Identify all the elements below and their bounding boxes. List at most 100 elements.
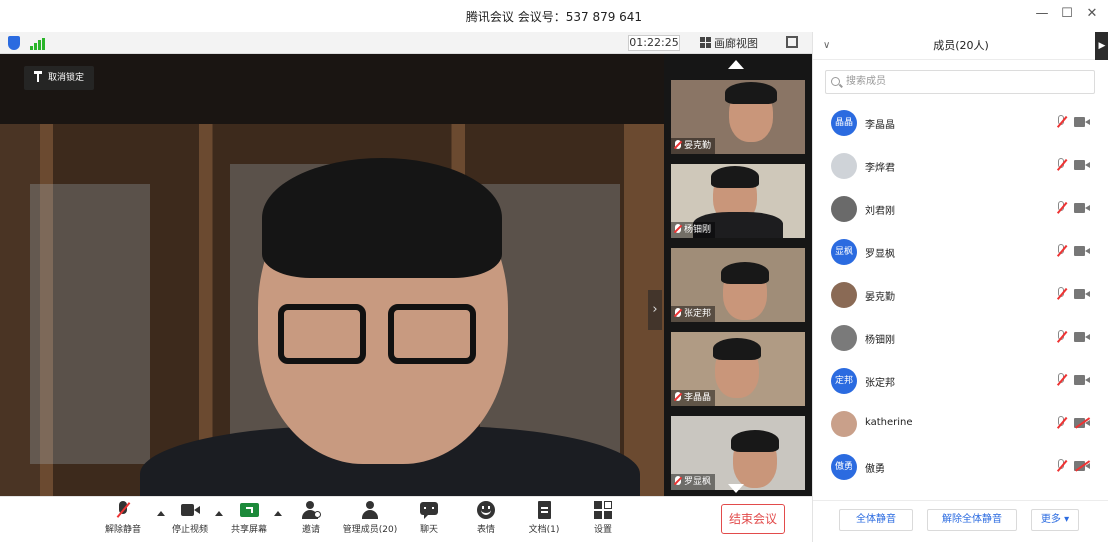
members-panel-header: ∨ 成员(20人) ▶ — [813, 32, 1108, 60]
member-name: 罗显枫 — [865, 249, 895, 260]
side-tab-icon[interactable]: ▶ — [1095, 32, 1108, 60]
mic-muted-icon — [675, 140, 681, 149]
docs-label: 文档(1) — [528, 525, 560, 535]
thumbnail-video[interactable]: 罗显枫 — [671, 416, 805, 490]
camera-off-icon[interactable] — [1074, 460, 1090, 472]
mic-muted-icon[interactable] — [1056, 201, 1068, 215]
thumbnail-video[interactable]: 张定邦 — [671, 248, 805, 322]
member-name: 傲勇 — [865, 464, 885, 475]
thumbnail-label: 罗显枫 — [671, 474, 716, 490]
maximize-button[interactable]: ☐ — [1057, 6, 1077, 21]
minimize-button[interactable]: — — [1032, 6, 1052, 21]
avatar — [831, 196, 857, 222]
camera-icon[interactable] — [1074, 203, 1090, 213]
mic-muted-icon[interactable] — [1056, 158, 1068, 172]
close-button[interactable]: ✕ — [1082, 6, 1102, 21]
mic-muted-icon[interactable] — [1056, 115, 1068, 129]
member-row[interactable]: katherine — [813, 405, 1108, 448]
members-panel: ∨ 成员(20人) ▶ 搜索成员 晶晶 李晶晶 李烨君 刘君刚 显枫 罗显枫 晏克勤 杨钿刚定… — [812, 32, 1108, 542]
grid-icon — [700, 37, 711, 48]
document-icon — [535, 501, 553, 519]
members-panel-title: 成员(20人) — [933, 39, 989, 52]
invite-button[interactable]: 邀请 — [298, 501, 324, 535]
unmute-all-button[interactable]: 解除全体静音 — [927, 509, 1017, 531]
thumbnail-video[interactable]: 晏克勤 — [671, 80, 805, 154]
pin-icon — [34, 71, 42, 82]
member-row[interactable]: 定邦 张定邦 — [813, 362, 1108, 405]
thumbnail-label: 晏克勤 — [671, 138, 716, 154]
manage-members-label: 管理成员(20) — [342, 525, 398, 535]
member-row[interactable]: 显枫 罗显枫 — [813, 233, 1108, 276]
thumbnail-strip: 晏克勤 杨钿刚 张定邦 李晶晶 罗显枫 — [664, 54, 812, 496]
signal-icon[interactable] — [30, 38, 45, 50]
mic-muted-icon — [114, 501, 132, 519]
settings-button[interactable]: 设置 — [590, 501, 616, 535]
camera-icon[interactable] — [1074, 332, 1090, 342]
member-row[interactable]: 晏克勤 — [813, 276, 1108, 319]
member-row[interactable]: 刘君刚 — [813, 190, 1108, 233]
end-meeting-button[interactable]: 结束会议 — [721, 504, 785, 534]
shield-icon[interactable] — [8, 36, 20, 50]
mic-muted-icon — [675, 476, 681, 485]
mic-muted-icon[interactable] — [1056, 330, 1068, 344]
mic-muted-icon[interactable] — [1056, 416, 1068, 430]
member-row[interactable]: 傲勇 傲勇 — [813, 448, 1108, 491]
member-row[interactable]: 晶晶 李晶晶 — [813, 104, 1108, 147]
chevron-down-icon[interactable]: ∨ — [823, 32, 830, 60]
camera-icon[interactable] — [1074, 246, 1090, 256]
thumbnail-label: 李晶晶 — [671, 390, 716, 406]
member-search-input[interactable]: 搜索成员 — [825, 70, 1095, 94]
meeting-app: 腾讯会议 会议号：537 879 641 — ☐ ✕ 01:22:25 画廊视图 — [0, 0, 1108, 542]
chat-label: 聊天 — [419, 525, 438, 535]
chat-button[interactable]: 聊天 — [416, 501, 442, 535]
caret-up-icon[interactable] — [215, 511, 223, 516]
scroll-down-icon[interactable] — [728, 484, 744, 493]
emoji-icon — [477, 501, 495, 519]
mic-muted-icon[interactable] — [1056, 459, 1068, 473]
emoji-button[interactable]: 表情 — [472, 501, 500, 535]
share-screen-button[interactable]: 共享屏幕 — [228, 501, 270, 535]
share-screen-icon — [240, 501, 259, 519]
mic-muted-icon — [675, 392, 681, 401]
thumbnail-video[interactable]: 杨钿刚 — [671, 164, 805, 238]
camera-icon[interactable] — [1074, 160, 1090, 170]
caret-up-icon[interactable] — [274, 511, 282, 516]
stop-video-label: 停止视频 — [171, 525, 208, 535]
mic-muted-icon[interactable] — [1056, 244, 1068, 258]
member-name: katherine — [865, 417, 913, 428]
avatar: 晶晶 — [831, 110, 857, 136]
members-panel-footer: 全体静音 解除全体静音 更多 ▾ — [813, 500, 1108, 542]
member-row[interactable]: 杨钿刚 — [813, 319, 1108, 362]
mic-muted-icon — [675, 308, 681, 317]
mic-muted-icon[interactable] — [1056, 287, 1068, 301]
mic-muted-icon[interactable] — [1056, 373, 1068, 387]
stop-video-button[interactable]: 停止视频 — [170, 501, 210, 535]
chevron-right-icon[interactable]: › — [648, 290, 662, 330]
manage-members-button[interactable]: 管理成员(20) — [340, 501, 400, 535]
thumbnail-label: 杨钿刚 — [671, 222, 716, 238]
unlock-button[interactable]: 取消锁定 — [24, 66, 95, 90]
mic-muted-icon — [675, 224, 681, 233]
video-camera-icon — [181, 501, 200, 519]
title-bar: 腾讯会议 会议号：537 879 641 — ☐ ✕ — [0, 0, 1108, 32]
main-video[interactable]: 取消锁定 › — [0, 54, 664, 496]
unmute-button[interactable]: 解除静音 — [102, 501, 144, 535]
status-bar: 01:22:25 画廊视图 — [0, 32, 812, 54]
video-area: 01:22:25 画廊视图 取消锁定 › 晏克勤 杨钿刚 张定邦 李晶晶 罗显枫 — [0, 32, 812, 496]
scroll-up-icon[interactable] — [728, 60, 744, 69]
thumbnail-video[interactable]: 李晶晶 — [671, 332, 805, 406]
camera-off-icon[interactable] — [1074, 417, 1090, 429]
camera-icon[interactable] — [1074, 375, 1090, 385]
docs-button[interactable]: 文档(1) — [526, 501, 562, 535]
member-row[interactable]: 李烨君 — [813, 147, 1108, 190]
camera-icon[interactable] — [1074, 289, 1090, 299]
caret-up-icon[interactable] — [157, 511, 165, 516]
avatar — [831, 325, 857, 351]
camera-icon[interactable] — [1074, 117, 1090, 127]
more-button[interactable]: 更多 ▾ — [1031, 509, 1079, 531]
mute-all-button[interactable]: 全体静音 — [839, 509, 913, 531]
fullscreen-icon[interactable] — [786, 36, 798, 48]
settings-label: 设置 — [593, 525, 612, 535]
gallery-view-button[interactable]: 画廊视图 — [700, 35, 758, 51]
member-name: 李晶晶 — [865, 120, 895, 131]
